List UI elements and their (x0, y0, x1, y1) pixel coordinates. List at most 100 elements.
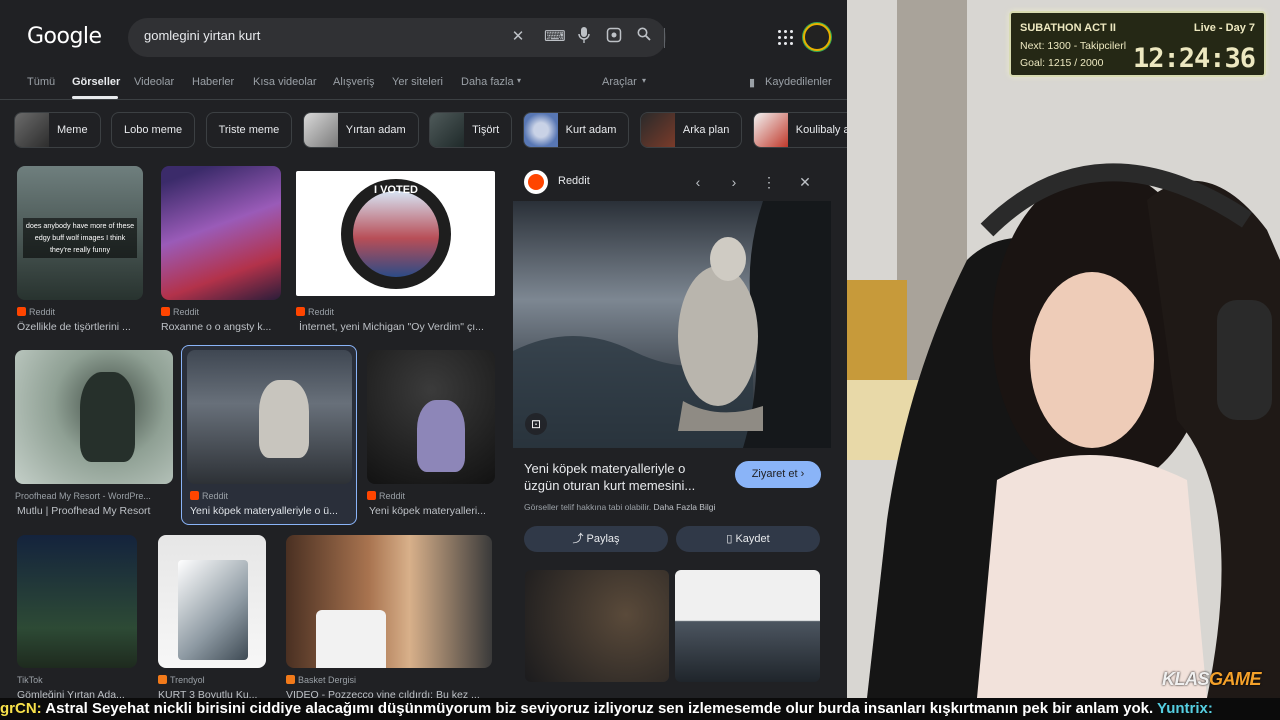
result-source: Reddit (296, 307, 334, 317)
chip-label: Koulibaly asi (795, 124, 847, 136)
chip-meme[interactable]: Meme (14, 112, 101, 148)
search-icon[interactable] (634, 27, 654, 47)
next-icon[interactable]: › (724, 172, 744, 192)
result-image[interactable] (161, 166, 281, 300)
save-button[interactable]: ▯ Kaydet (676, 526, 820, 552)
reddit-logo-icon (524, 170, 548, 194)
tab-more[interactable]: Daha fazla (461, 76, 514, 88)
tab-all[interactable]: Tümü (27, 76, 55, 88)
google-logo[interactable]: Google (27, 24, 102, 49)
chip-koulibaly[interactable]: Koulibaly asi (752, 112, 847, 148)
result-image[interactable] (367, 350, 495, 484)
tabs-divider (0, 99, 847, 100)
panel-site-name[interactable]: Reddit (558, 175, 590, 187)
tab-images[interactable]: Görseller (72, 76, 120, 88)
ticker-username: grCN: (0, 700, 42, 717)
result-image[interactable] (17, 535, 137, 668)
more-options-icon[interactable]: ⋮ (759, 172, 779, 192)
saved-link[interactable]: Kaydedilenler (765, 76, 832, 88)
search-divider (664, 28, 665, 48)
overlay-title: SUBATHON ACT II (1020, 22, 1116, 34)
preview-image[interactable] (513, 201, 831, 448)
tools-chevron-icon: ▾ (642, 76, 647, 85)
chip-label: Lobo meme (124, 124, 183, 136)
result-title[interactable]: Gömleğini Yırtan Ada... (17, 689, 137, 698)
result-title[interactable]: İnternet, yeni Michigan "Oy Verdim" çı..… (299, 321, 494, 333)
share-label: Paylaş (586, 533, 620, 545)
bookmark-icon: ▯ (726, 533, 733, 545)
result-image[interactable] (158, 535, 266, 668)
saved-icon: ▮ (749, 77, 756, 89)
result-source: Reddit (367, 491, 405, 501)
apps-grid-icon[interactable] (776, 28, 794, 46)
overlay-next: Next: 1300 - Takipcilerl (1020, 40, 1127, 52)
result-title[interactable]: Özellikle de tişörtlerini ... (17, 321, 143, 333)
chip-label: Kurt adam (565, 124, 617, 136)
visit-button[interactable]: Ziyaret et › (735, 461, 821, 488)
search-bar[interactable]: ✕ ⌨ (128, 18, 666, 57)
keyboard-icon[interactable]: ⌨ (544, 27, 566, 47)
tab-short-videos[interactable]: Kısa videolar (253, 76, 317, 88)
related-image[interactable] (675, 570, 820, 682)
share-icon: ⤴ (572, 533, 584, 545)
chip-thumbnail (640, 113, 675, 147)
result-source: Proofhead My Resort - WordPre... (15, 491, 151, 501)
result-image[interactable] (187, 350, 352, 484)
visit-label: Ziyaret et (751, 468, 798, 480)
more-info-link[interactable]: Daha Fazla Bilgi (653, 502, 715, 512)
lens-icon[interactable] (604, 27, 624, 47)
result-source: Reddit (17, 307, 55, 317)
chat-ticker: grCN: Astral Seyehat nickli birisini cid… (0, 698, 1280, 720)
chip-label: Meme (57, 124, 88, 136)
search-input[interactable] (144, 28, 504, 43)
chip-label: Tişört (472, 124, 500, 136)
chip-thumbnail (303, 113, 338, 147)
chip-tisort[interactable]: Tişört (429, 112, 513, 148)
overlay-goal: Goal: 1215 / 2000 (1020, 57, 1104, 69)
chip-lobo-meme[interactable]: Lobo meme (111, 112, 196, 148)
tab-news[interactable]: Haberler (192, 76, 234, 88)
result-image[interactable] (15, 350, 173, 484)
suggestion-chips: Meme Lobo meme Triste meme Yırtan adam T… (14, 112, 847, 149)
chip-label: Yırtan adam (345, 124, 406, 136)
result-title[interactable]: Roxanne o o angsty k... (161, 321, 279, 333)
panel-title[interactable]: Yeni köpek materyalleriyle o üzgün otura… (524, 460, 714, 494)
save-label: Kaydet (735, 533, 770, 545)
result-title[interactable]: Mutlu | Proofhead My Resort (17, 505, 173, 517)
result-source: Basket Dergisi (286, 675, 356, 685)
related-image[interactable] (525, 570, 669, 682)
close-icon[interactable]: ✕ (795, 172, 815, 192)
result-source: Reddit (161, 307, 199, 317)
result-title[interactable]: VIDEO - Pozzecco yine çıldırdı: Bu kez .… (286, 689, 492, 698)
tab-shopping[interactable]: Alışveriş (333, 76, 375, 88)
result-source: Reddit (190, 491, 228, 501)
subathon-overlay: SUBATHON ACT II Live - Day 7 Next: 1300 … (1009, 11, 1266, 77)
channel-brand: KLASGAME (1162, 669, 1262, 689)
result-title[interactable]: Yeni köpek materyalleri... (369, 505, 493, 517)
copyright-notice: Görseller telif hakkına tabi olabilir. D… (524, 502, 716, 512)
microphone-icon[interactable] (574, 27, 594, 47)
clear-icon[interactable]: ✕ (508, 27, 528, 47)
account-avatar[interactable] (803, 23, 831, 51)
chip-arka-plan[interactable]: Arka plan (639, 112, 743, 148)
previous-icon[interactable]: ‹ (688, 172, 708, 192)
ticker-message: Astral Seyehat nickli birisini ciddiye a… (41, 700, 1154, 717)
chip-label: Arka plan (682, 124, 730, 136)
chip-thumbnail (15, 113, 49, 147)
tools-button[interactable]: Araçlar (602, 76, 637, 88)
tab-places[interactable]: Yer siteleri (392, 76, 443, 88)
tab-videos[interactable]: Videolar (134, 76, 174, 88)
result-image[interactable] (286, 535, 492, 668)
chip-kurt-adam[interactable]: Kurt adam (522, 112, 630, 148)
share-button[interactable]: ⤴ Paylaş (524, 526, 668, 552)
sticker-badge: I VOTED (341, 179, 451, 289)
result-title[interactable]: KURT 3 Boyutlu Ku... (158, 689, 266, 698)
sticker-text: I VOTED (373, 184, 418, 196)
result-title[interactable]: Yeni köpek materyalleriyle o ü... (190, 505, 350, 517)
chip-yirtan-adam[interactable]: Yırtan adam (302, 112, 419, 148)
result-image[interactable]: I VOTED (296, 171, 495, 296)
chip-thumbnail (753, 113, 788, 147)
result-image[interactable]: does anybody have more of these edgy buf… (17, 166, 143, 300)
chip-triste-meme[interactable]: Triste meme (205, 112, 293, 148)
lens-search-icon[interactable]: ⊡ (525, 413, 547, 435)
